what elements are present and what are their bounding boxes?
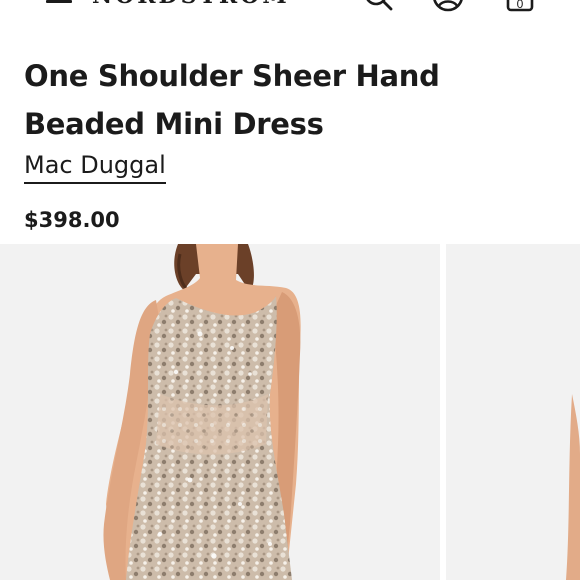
product-brand-link[interactable]: Mac Duggal (24, 150, 166, 184)
shopping-bag-icon[interactable]: 0 (504, 0, 536, 12)
brand-logo[interactable]: NORDSTROM (92, 0, 290, 9)
dress-illustration (103, 244, 301, 580)
top-navigation-bar: NORDSTROM 0 (0, 0, 580, 14)
account-icon[interactable] (432, 0, 464, 12)
product-price: $398.00 (24, 208, 120, 232)
search-icon[interactable] (362, 0, 394, 12)
product-title: One Shoulder Sheer Hand Beaded Mini Dres… (24, 59, 440, 141)
model-front-photo[interactable] (0, 244, 440, 580)
model-alt-photo[interactable] (446, 244, 580, 580)
menu-icon[interactable] (46, 0, 72, 6)
product-image-gallery[interactable] (0, 244, 580, 580)
next-image-preview (566, 394, 580, 580)
bag-count: 0 (517, 0, 524, 11)
